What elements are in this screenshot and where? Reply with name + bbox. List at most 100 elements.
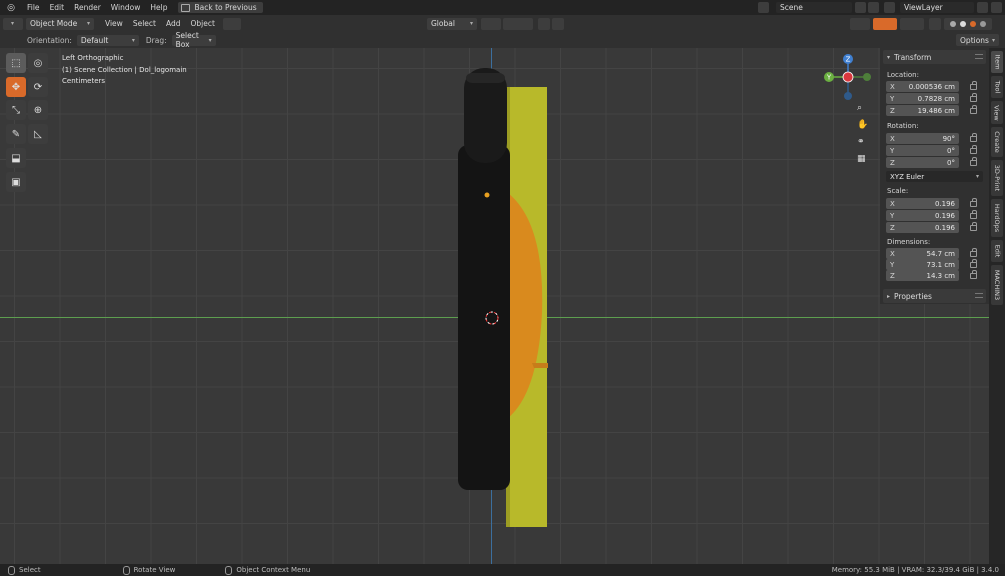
lock-icon[interactable] (970, 210, 977, 219)
solid-shading-icon[interactable] (960, 20, 966, 27)
new-viewlayer-icon[interactable] (977, 2, 988, 13)
rotate-tool[interactable]: ⟳ (28, 77, 48, 97)
back-to-previous-button[interactable]: Back to Previous (178, 2, 263, 13)
grid-icon[interactable]: ▦ (857, 154, 869, 166)
options-label: Options (960, 35, 989, 45)
select-box-icon: ⬚ (11, 57, 21, 69)
cursor-tool[interactable]: ◎ (28, 53, 48, 73)
menu-window[interactable]: Window (106, 0, 146, 15)
scene-selector[interactable]: Scene (776, 2, 852, 13)
editor-type-icon[interactable]: ▾ (3, 17, 23, 30)
pivot-point-icon[interactable] (481, 17, 501, 30)
menu-file[interactable]: File (22, 0, 45, 15)
location-z-field[interactable]: Z 19.486 cm (886, 105, 959, 116)
move-tool[interactable]: ✥ (6, 77, 26, 97)
logo-object[interactable] (450, 63, 560, 533)
xray-icon[interactable] (929, 17, 941, 30)
annotate-tool[interactable]: ✎ (6, 124, 26, 144)
overlay-toggle-icon[interactable] (900, 17, 924, 30)
orientation-dropdown[interactable]: Default ▾ (76, 34, 139, 46)
scene-browse-icon[interactable] (758, 2, 769, 13)
scale-x-field[interactable]: X 0.196 (886, 198, 959, 209)
zoom-icon[interactable]: ⌕ (857, 103, 869, 115)
chevron-down-icon: ▾ (86, 20, 90, 27)
select-box-tool[interactable]: ⬚ (6, 53, 26, 73)
lock-icon[interactable] (970, 270, 977, 279)
lock-icon[interactable] (970, 198, 977, 207)
wireframe-shading-icon[interactable] (950, 20, 956, 27)
tab-create[interactable]: Create (991, 127, 1003, 157)
properties-panel-header[interactable]: ▸ Properties (883, 289, 986, 303)
gizmo-toggle-icon[interactable] (873, 17, 897, 30)
material-shading-icon[interactable] (970, 20, 976, 27)
location-x-field[interactable]: X 0.000536 cm (886, 81, 959, 92)
rotation-z-field[interactable]: Z 0° (886, 157, 959, 168)
scale-z-field[interactable]: Z 0.196 (886, 222, 959, 233)
options-button[interactable]: Options ▾ (956, 34, 999, 46)
tab-machin3[interactable]: MACHIN3 (991, 265, 1003, 305)
visibility-icon[interactable] (850, 17, 870, 30)
menu-view[interactable]: View (100, 19, 128, 28)
chevron-down-icon: ▾ (975, 173, 979, 180)
drag-dropdown[interactable]: Select Box ▾ (171, 31, 216, 49)
object-options-icon[interactable] (222, 17, 241, 30)
lock-icon[interactable] (970, 248, 977, 257)
lock-icon[interactable] (970, 105, 977, 114)
lock-icon[interactable] (970, 81, 977, 90)
dimensions-z-field[interactable]: Z 14.3 cm (886, 270, 959, 281)
menu-select[interactable]: Select (128, 19, 161, 28)
delete-viewlayer-icon[interactable] (991, 2, 1002, 13)
transform-icon: ⊕ (33, 104, 43, 116)
lock-icon[interactable] (970, 133, 977, 142)
viewlayer-selector[interactable]: ViewLayer (900, 2, 974, 13)
scale-tool[interactable]: ⤡ (6, 100, 26, 120)
rotation-x-field[interactable]: X 90° (886, 133, 959, 144)
transform-panel-header[interactable]: ▾ Transform (883, 50, 986, 64)
rotation-mode-dropdown[interactable]: XYZ Euler ▾ (886, 171, 983, 182)
falloff-icon[interactable] (552, 17, 564, 30)
shading-mode-group[interactable] (944, 17, 992, 30)
tab-view[interactable]: View (991, 101, 1003, 124)
dimensions-y-field[interactable]: Y 73.1 cm (886, 259, 959, 270)
delete-scene-icon[interactable] (868, 2, 879, 13)
tab-3d-print[interactable]: 3D-Print (991, 160, 1003, 196)
menu-add[interactable]: Add (161, 19, 186, 28)
snap-icon[interactable] (503, 17, 533, 30)
extra-tool[interactable]: ▣ (6, 172, 26, 192)
lock-icon[interactable] (970, 145, 977, 154)
location-y-field[interactable]: Y 0.7828 cm (886, 93, 959, 104)
tab-item[interactable]: Item (991, 51, 1003, 73)
new-scene-icon[interactable] (855, 2, 866, 13)
lock-icon[interactable] (970, 222, 977, 231)
camera-icon[interactable]: ⚭ (857, 137, 869, 149)
scale-y-field[interactable]: Y 0.196 (886, 210, 959, 221)
3d-viewport[interactable]: Left Orthographic (1) Scene Collection |… (0, 48, 1005, 564)
pan-hand-icon[interactable]: ✋ (857, 120, 869, 132)
rendered-shading-icon[interactable] (980, 20, 986, 27)
gizmo-x-icon (842, 71, 854, 83)
lock-icon[interactable] (970, 157, 977, 166)
menu-help[interactable]: Help (145, 0, 172, 15)
viewlayer-browse-icon[interactable] (884, 2, 895, 13)
proportional-edit-icon[interactable] (538, 17, 550, 30)
drag-grip-icon[interactable] (975, 54, 983, 59)
menu-render[interactable]: Render (69, 0, 106, 15)
tab-tool[interactable]: Tool (991, 76, 1003, 98)
drag-grip-icon[interactable] (975, 293, 983, 298)
tab-edit[interactable]: Edit (991, 240, 1003, 262)
add-cube-tool[interactable]: ⬓ (6, 148, 26, 168)
tab-hardops[interactable]: HardOps (991, 199, 1003, 237)
measure-tool[interactable]: ◺ (28, 124, 48, 144)
blender-logo-icon[interactable]: ◎ (4, 2, 18, 14)
transform-orientation-selector[interactable]: Global ▾ (427, 17, 477, 30)
menu-object[interactable]: Object (185, 19, 219, 28)
3d-cursor-icon[interactable] (484, 310, 500, 326)
lock-icon[interactable] (970, 259, 977, 268)
dimensions-x-field[interactable]: X 54.7 cm (886, 248, 959, 259)
rotation-y-field[interactable]: Y 0° (886, 145, 959, 156)
menu-edit[interactable]: Edit (45, 0, 70, 15)
navigation-gizmo[interactable]: Z Y (822, 52, 874, 104)
lock-icon[interactable] (970, 93, 977, 102)
transform-tool[interactable]: ⊕ (28, 100, 48, 120)
mode-selector[interactable]: Object Mode ▾ (26, 17, 94, 30)
